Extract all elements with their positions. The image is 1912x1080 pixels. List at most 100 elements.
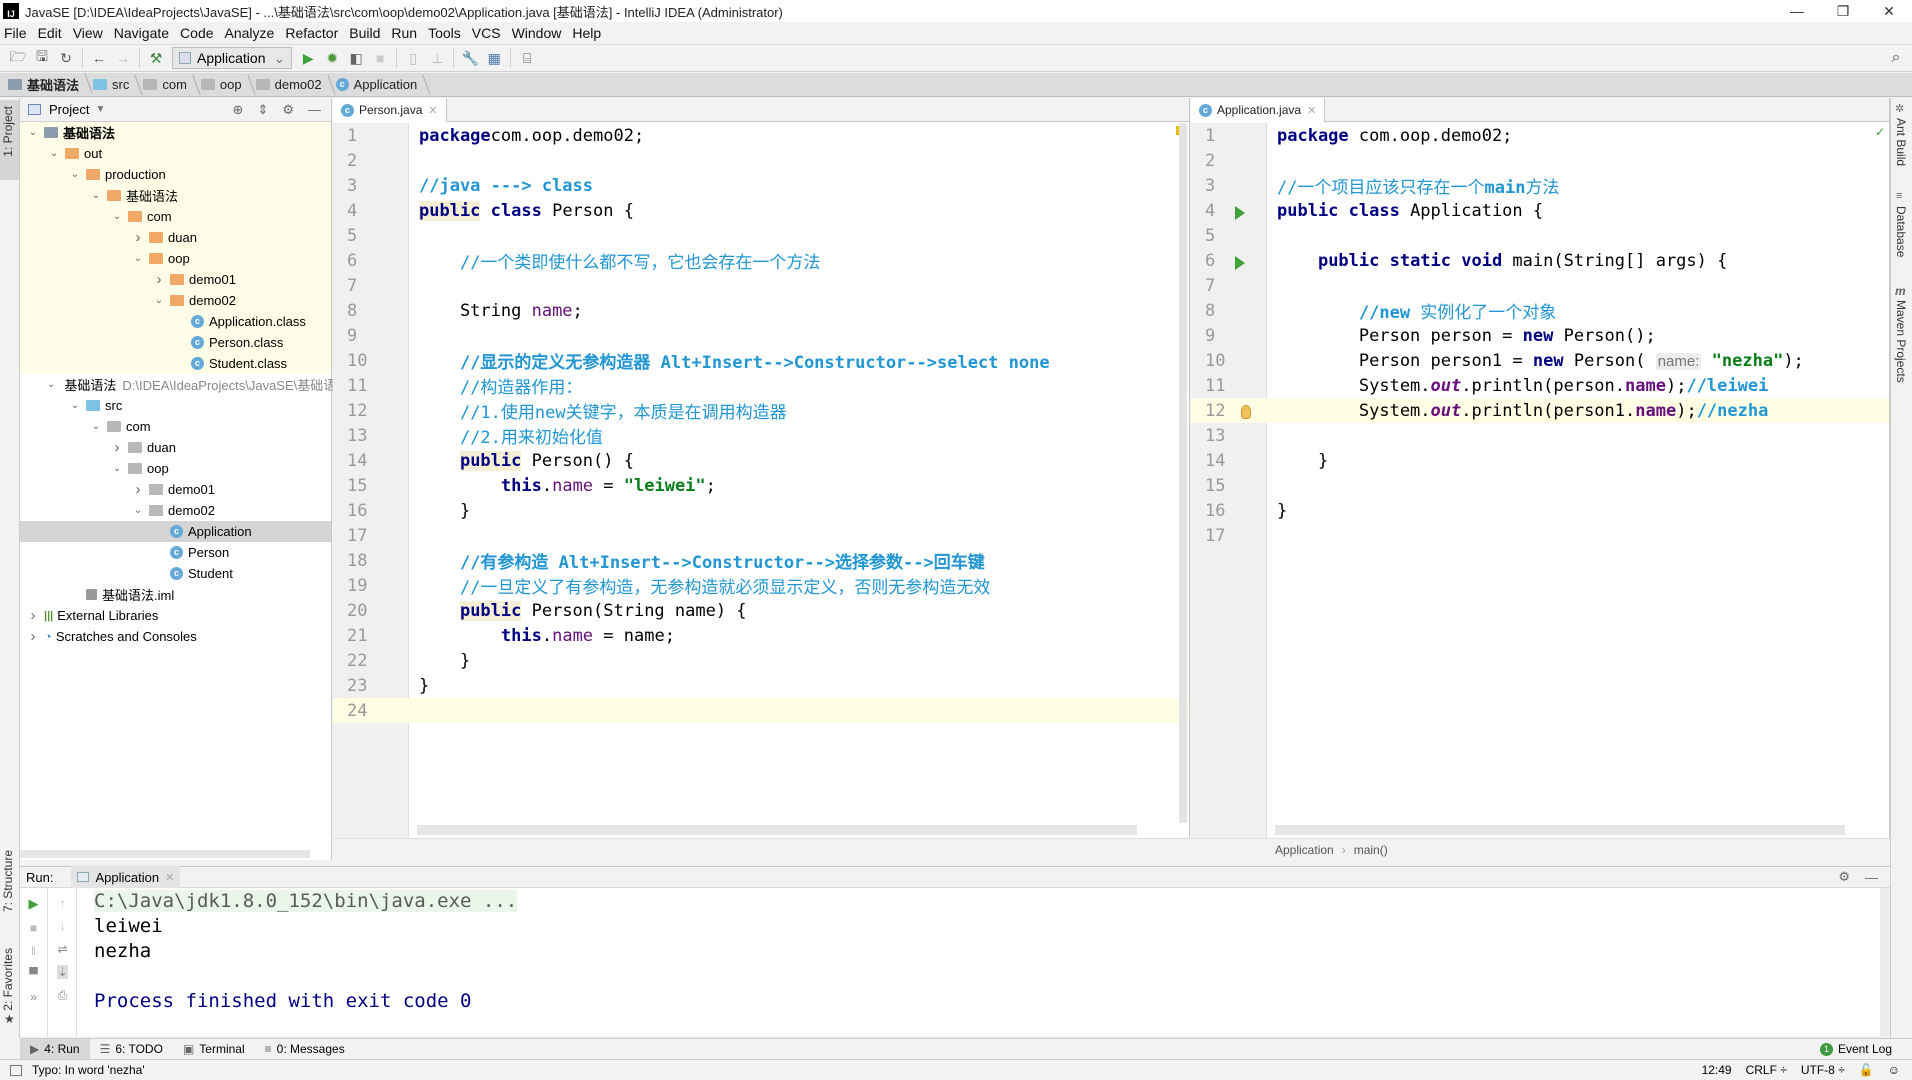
- code-line[interactable]: 17: [1191, 523, 1889, 548]
- close-tab-icon[interactable]: ✕: [428, 104, 437, 117]
- chevron-down-icon[interactable]: ⌄: [89, 421, 103, 432]
- save-icon[interactable]: 🖫: [30, 47, 54, 69]
- code-line[interactable]: 9: [333, 323, 1189, 348]
- nav-crumb[interactable]: c Application: [335, 77, 428, 92]
- chevron-down-icon[interactable]: ▼: [95, 104, 105, 115]
- gear-icon[interactable]: ⚙: [282, 102, 294, 118]
- code-line[interactable]: 12 //1.使用new关键字，本质是在调用构造器: [333, 398, 1189, 424]
- chevron-right-icon[interactable]: ›: [131, 481, 145, 498]
- tree-item[interactable]: ⌄ 基础语法 D:\IDEA\IdeaProjects\JavaSE\基础语: [20, 374, 336, 395]
- sdk-icon[interactable]: ⌸: [515, 47, 539, 69]
- rerun-icon[interactable]: ▶: [29, 896, 39, 912]
- code-line[interactable]: 2: [1191, 148, 1889, 173]
- build-hammer-icon[interactable]: ⚒: [144, 47, 168, 69]
- code-line[interactable]: 15 this.name = "leiwei";: [333, 473, 1189, 498]
- code-line[interactable]: 5: [333, 223, 1189, 248]
- toggle-tool-windows-icon[interactable]: [10, 1064, 22, 1076]
- menu-edit[interactable]: Edit: [38, 25, 62, 41]
- tree-item[interactable]: ⌄ com: [20, 206, 331, 227]
- vertical-scrollbar[interactable]: [1880, 888, 1890, 1036]
- chevron-down-icon[interactable]: ⌄: [89, 190, 103, 201]
- console-output[interactable]: C:\Java\jdk1.8.0_152\bin\java.exe ... lei…: [94, 888, 1890, 1013]
- line-separator[interactable]: CRLF ÷: [1746, 1063, 1787, 1077]
- chevron-right-icon[interactable]: ›: [152, 271, 166, 288]
- tree-item[interactable]: › ||| External Libraries: [20, 605, 331, 626]
- code-line[interactable]: 14 }: [1191, 448, 1889, 473]
- code-line[interactable]: 21 this.name = name;: [333, 623, 1189, 648]
- collapse-all-icon[interactable]: ⇕: [257, 102, 268, 118]
- menu-analyze[interactable]: Analyze: [225, 25, 275, 41]
- tree-item[interactable]: ⌄ oop: [20, 458, 331, 479]
- code-line[interactable]: 3 //一个项目应该只存在一个main方法: [1191, 173, 1889, 199]
- code-area[interactable]: 1 packagecom.oop.demo02; 2 3//java ---> cla…: [333, 123, 1189, 838]
- print-icon[interactable]: ⎙: [58, 988, 68, 1003]
- code-line[interactable]: 24: [333, 698, 1189, 723]
- code-line[interactable]: 6 //一个类即使什么都不写，它也会存在一个方法: [333, 248, 1189, 274]
- tree-item[interactable]: ⌄ out: [20, 143, 331, 164]
- chevron-right-icon[interactable]: ›: [26, 628, 40, 645]
- tree-item[interactable]: c Student: [20, 563, 331, 584]
- close-tab-icon[interactable]: ✕: [165, 871, 174, 884]
- database-tool-tab[interactable]: Database: [1894, 206, 1908, 257]
- code-line[interactable]: 19 //一旦定义了有参构造，无参构造就必须显示定义，否则无参构造无效: [333, 573, 1189, 599]
- event-log-button[interactable]: 1 Event Log: [1819, 1042, 1912, 1056]
- chevron-down-icon[interactable]: ⌄: [47, 148, 61, 159]
- project-structure-icon[interactable]: ▦: [482, 47, 506, 69]
- code-line[interactable]: 12 System.out.println(person1.name);//ne…: [1191, 398, 1889, 423]
- code-line[interactable]: 17: [333, 523, 1189, 548]
- structure-tool-tab[interactable]: 7: Structure: [1, 850, 15, 912]
- menu-tools[interactable]: Tools: [428, 25, 461, 41]
- run-icon[interactable]: ▶: [296, 47, 320, 69]
- tree-item[interactable]: ⌄ demo02: [20, 290, 331, 311]
- soft-wrap-icon[interactable]: ⇌: [57, 942, 67, 956]
- tree-item[interactable]: › duan: [20, 227, 331, 248]
- code-line[interactable]: 20 public Person(String name) {: [333, 598, 1189, 623]
- sync-icon[interactable]: ↻: [54, 47, 78, 69]
- chevron-down-icon[interactable]: ⌄: [110, 463, 124, 474]
- close-tab-icon[interactable]: ✕: [1307, 104, 1316, 117]
- horizontal-scrollbar[interactable]: [1275, 825, 1845, 835]
- hide-icon[interactable]: —: [1865, 870, 1878, 885]
- tree-item[interactable]: ⌄ com: [20, 416, 331, 437]
- chevron-down-icon[interactable]: ⌄: [152, 295, 166, 306]
- code-line[interactable]: 9 Person person = new Person();: [1191, 323, 1889, 348]
- nav-crumb[interactable]: 基础语法: [8, 75, 89, 94]
- locate-icon[interactable]: ⊕: [233, 102, 244, 118]
- tree-item[interactable]: 基础语法.iml: [20, 584, 331, 605]
- hide-icon[interactable]: —: [308, 102, 321, 118]
- menu-refactor[interactable]: Refactor: [285, 25, 338, 41]
- bottom-tab[interactable]: ☰ 6: TODO: [90, 1039, 173, 1060]
- tree-item[interactable]: c Person: [20, 542, 331, 563]
- code-line[interactable]: 11 System.out.println(person.name);//lei…: [1191, 373, 1889, 398]
- menu-build[interactable]: Build: [349, 25, 380, 41]
- stop-icon[interactable]: ■: [30, 921, 37, 935]
- code-line[interactable]: 1 packagecom.oop.demo02;: [333, 123, 1189, 148]
- chevron-down-icon[interactable]: ⌄: [131, 253, 145, 264]
- code-line[interactable]: 11 //构造器作用：: [333, 373, 1189, 399]
- nav-crumb[interactable]: demo02: [255, 77, 332, 92]
- code-line[interactable]: 13: [1191, 423, 1889, 448]
- vcs-update-icon[interactable]: ▯: [401, 47, 425, 69]
- code-line[interactable]: 10 Person person1 = new Person( name: "n…: [1191, 348, 1889, 373]
- tree-item[interactable]: ⌄ 基础语法: [20, 122, 331, 143]
- lightbulb-icon[interactable]: [1241, 404, 1251, 419]
- tab-person-java[interactable]: c Person.java ✕: [333, 98, 447, 122]
- menu-file[interactable]: File: [4, 25, 27, 41]
- menu-window[interactable]: Window: [512, 25, 562, 41]
- nav-crumb[interactable]: oop: [200, 77, 252, 92]
- debug-icon[interactable]: ✹: [320, 47, 344, 69]
- menu-run[interactable]: Run: [391, 25, 417, 41]
- code-line[interactable]: 7: [1191, 273, 1889, 298]
- no-problems-check-icon[interactable]: ✓: [1875, 125, 1885, 139]
- forward-icon[interactable]: →: [111, 47, 135, 69]
- chevron-down-icon[interactable]: ⌄: [26, 127, 40, 138]
- tree-item[interactable]: ⌄ oop: [20, 248, 331, 269]
- tree-item[interactable]: ⌄ production: [20, 164, 331, 185]
- down-arrow-icon[interactable]: ↓: [60, 919, 66, 933]
- bottom-tab[interactable]: ▣ Terminal: [173, 1039, 255, 1060]
- nav-crumb[interactable]: src: [93, 77, 139, 92]
- code-line[interactable]: 2: [333, 148, 1189, 173]
- close-button[interactable]: ✕: [1866, 0, 1912, 22]
- ant-build-tool-tab[interactable]: Ant Build: [1894, 118, 1908, 166]
- code-line[interactable]: 4 public class Application {: [1191, 198, 1889, 223]
